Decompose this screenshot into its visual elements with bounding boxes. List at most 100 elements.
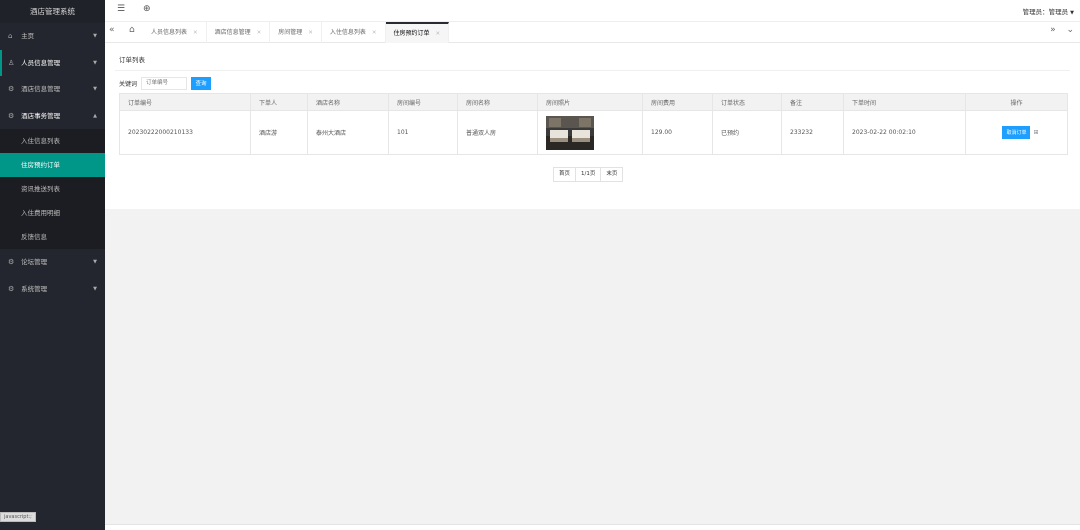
sidebar: 酒店管理系统 ⌂ 主页 ▼ ♙ 人员信息管理 ▼ ⚙ 酒店信息管理 ▼ ⚙ 酒店… <box>0 0 105 530</box>
tabs-right-icon[interactable]: » <box>1050 25 1056 35</box>
note: 233232 <box>781 110 844 155</box>
last-page-button[interactable]: 末页 <box>601 168 622 181</box>
close-icon[interactable]: ✕ <box>372 30 377 36</box>
room-name: 普通双人房 <box>457 110 538 155</box>
close-icon[interactable]: ✕ <box>257 30 262 36</box>
column-header: 订单编号 <box>119 93 251 111</box>
column-header: 房间照片 <box>537 93 643 111</box>
gear-icon: ⚙ <box>8 111 15 120</box>
tab-bar: « ⌂ 人员信息列表 ✕ 酒店信息管理 ✕ 房间管理 ✕ 入住信息列表 ✕ 住房预约订单… <box>105 22 1080 43</box>
sidebar-item-hotel-affairs[interactable]: ⚙ 酒店事务管理 ▲ <box>0 103 105 130</box>
actions-cell: 取消订单 ⊞ <box>965 110 1068 155</box>
chevron-down-icon: ▼ <box>93 259 97 265</box>
top-header: ☰ ⊕ 管理员：管理员 ▼ <box>105 0 1080 22</box>
pagination: 首页 1/1页 末页 <box>553 167 624 182</box>
close-icon[interactable]: ✕ <box>436 31 441 37</box>
search-input[interactable] <box>141 76 188 90</box>
order-time: 2023-02-22 00:02:10 <box>843 110 966 155</box>
caret-down-icon: ▼ <box>1070 10 1074 16</box>
column-header: 下单时间 <box>843 93 966 111</box>
sidebar-subitem-feedback[interactable]: 反馈信息 <box>0 225 105 249</box>
bottom-scrollbar[interactable] <box>105 524 1080 530</box>
close-icon[interactable]: ✕ <box>308 30 313 36</box>
chevron-down-icon: ▼ <box>93 33 97 39</box>
cancel-order-button[interactable]: 取消订单 <box>1002 126 1031 139</box>
column-header: 酒店名称 <box>307 93 389 111</box>
room-photo <box>546 115 594 150</box>
sidebar-subitem-fee-details[interactable]: 入住费用明细 <box>0 201 105 225</box>
column-header: 订单状态 <box>712 93 782 111</box>
column-header: 房间费用 <box>642 93 713 111</box>
sidebar-item-label: 论坛管理 <box>21 258 48 266</box>
admin-menu[interactable]: 管理员：管理员 ▼ <box>1023 6 1074 16</box>
row-actions: 取消订单 ⊞ <box>974 126 1067 139</box>
first-page-button[interactable]: 首页 <box>554 168 577 181</box>
more-icon[interactable]: ⊞ <box>1033 129 1038 136</box>
column-header: 操作 <box>965 93 1068 111</box>
order-number: 20230222000210133 <box>119 110 251 155</box>
admin-label: 管理员：管理员 <box>1022 8 1069 16</box>
search-bar: 关键词 查询 <box>119 76 212 90</box>
hotel-name: 泰州大酒店 <box>307 110 389 155</box>
tab-checkin-list[interactable]: 入住信息列表 ✕ <box>322 22 386 43</box>
order-status: 已预约 <box>712 110 782 155</box>
home-icon: ⌂ <box>8 32 13 40</box>
tab-booking-orders[interactable]: 住房预约订单 ✕ <box>385 22 450 43</box>
divider <box>115 70 1070 71</box>
page-indicator: 1/1页 <box>576 168 602 181</box>
tab-label: 酒店信息管理 <box>214 29 251 36</box>
tab-personnel-list[interactable]: 人员信息列表 ✕ <box>143 22 207 43</box>
card-title: 订单列表 <box>119 56 145 64</box>
sidebar-subitem-checkin-list[interactable]: 入住信息列表 <box>0 129 105 153</box>
submenu: 入住信息列表 住房预约订单 资讯推送列表 入住费用明细 反馈信息 <box>0 129 105 249</box>
chevron-down-icon: ▼ <box>93 86 97 92</box>
tab-list: 人员信息列表 ✕ 酒店信息管理 ✕ 房间管理 ✕ 入住信息列表 ✕ 住房预约订单 ✕ <box>143 22 450 43</box>
gear-icon: ⚙ <box>8 85 15 93</box>
tab-label: 住房预约订单 <box>393 30 430 37</box>
app-title: 酒店管理系统 <box>0 0 105 23</box>
menu-toggle-icon[interactable]: ☰ <box>117 4 125 14</box>
search-button[interactable]: 查询 <box>191 76 212 90</box>
tab-room-management[interactable]: 房间管理 ✕ <box>270 22 322 43</box>
sidebar-item-personnel[interactable]: ♙ 人员信息管理 ▼ <box>0 49 105 76</box>
tab-controls: » ⌄ <box>1042 25 1074 35</box>
table-header-row: 订单编号 下单人 酒店名称 房间编号 房间名称 房间照片 房间费用 订单状态 备… <box>119 93 1068 111</box>
chevron-up-icon: ▲ <box>93 112 97 119</box>
status-bar-text: javascript:; <box>0 512 36 522</box>
table-row: 20230222000210133 酒店游 泰州大酒店 101 普通双人房 12… <box>119 110 1068 155</box>
column-header: 备注 <box>781 93 844 111</box>
room-fee: 129.00 <box>642 110 713 155</box>
tab-label: 入住信息列表 <box>329 29 366 36</box>
column-header: 下单人 <box>250 93 308 111</box>
gear-icon: ⚙ <box>8 258 15 266</box>
column-header: 房间名称 <box>457 93 538 111</box>
column-header: 房间编号 <box>388 93 458 111</box>
room-photo-cell <box>537 110 643 155</box>
gear-icon: ⚙ <box>8 284 15 293</box>
tab-label: 房间管理 <box>278 29 303 36</box>
sidebar-item-label: 系统管理 <box>21 284 48 293</box>
orderer: 酒店游 <box>250 110 308 155</box>
sidebar-subitem-news-push[interactable]: 资讯推送列表 <box>0 177 105 201</box>
user-icon: ♙ <box>8 58 15 67</box>
tabs-menu-icon[interactable]: ⌄ <box>1066 25 1074 35</box>
sidebar-item-home[interactable]: ⌂ 主页 ▼ <box>0 23 105 50</box>
tab-hotel-info[interactable]: 酒店信息管理 ✕ <box>207 22 271 43</box>
sidebar-item-hotel-info[interactable]: ⚙ 酒店信息管理 ▼ <box>0 76 105 103</box>
sidebar-item-label: 酒店信息管理 <box>21 85 61 93</box>
sidebar-subitem-booking-orders[interactable]: 住房预约订单 <box>0 153 105 177</box>
close-icon[interactable]: ✕ <box>193 30 198 36</box>
sidebar-item-system[interactable]: ⚙ 系统管理 ▼ <box>0 276 105 303</box>
sidebar-item-label: 主页 <box>21 32 35 40</box>
sidebar-item-forum[interactable]: ⚙ 论坛管理 ▼ <box>0 249 105 276</box>
chevron-down-icon: ▼ <box>93 59 97 66</box>
tabs-left-icon[interactable]: « <box>109 25 115 35</box>
sidebar-item-label: 人员信息管理 <box>21 58 61 67</box>
tab-label: 人员信息列表 <box>151 29 188 36</box>
globe-icon[interactable]: ⊕ <box>143 4 151 14</box>
home-tab-icon[interactable]: ⌂ <box>129 25 135 35</box>
chevron-down-icon: ▼ <box>93 285 97 292</box>
sidebar-item-label: 酒店事务管理 <box>21 111 61 120</box>
search-label: 关键词 <box>119 80 138 88</box>
room-number: 101 <box>388 110 458 155</box>
